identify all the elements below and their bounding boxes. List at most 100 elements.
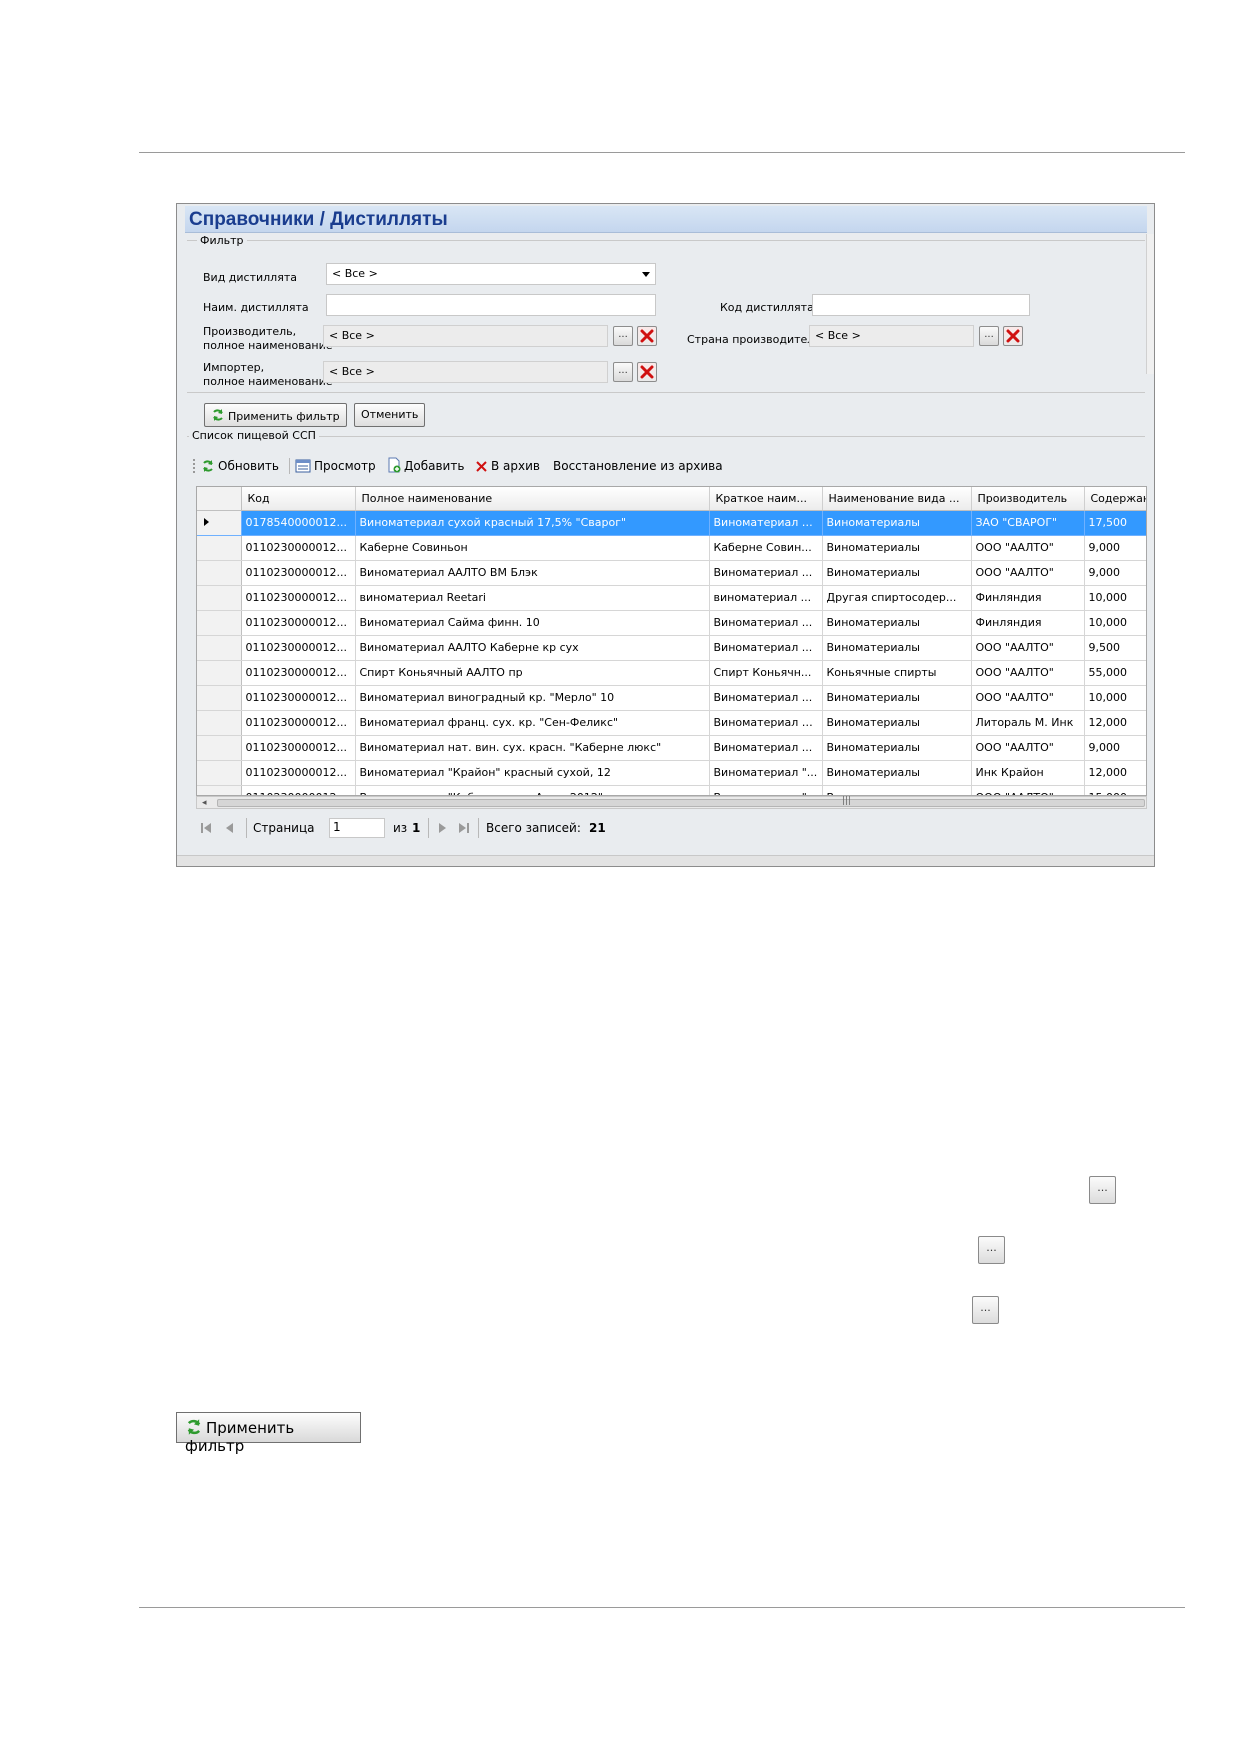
column-header[interactable]: Краткое наим...	[709, 487, 823, 511]
producer-browse-button[interactable]: ...	[613, 326, 633, 346]
column-header[interactable]: Производитель	[971, 487, 1085, 511]
table-row[interactable]: 0110230000012... Виноматериал виноградный…	[197, 685, 1146, 711]
table-cell[interactable]: Виноматериалы	[822, 510, 972, 536]
vid-select[interactable]: < Все >	[326, 263, 656, 285]
table-cell[interactable]: Виноматериал нат. вин. сух. красн. "Кабе…	[355, 735, 710, 761]
table-row[interactable]: 0178540000012... Виноматериал сухой красн…	[197, 510, 1146, 536]
table-cell[interactable]: ООО "ААЛТО"	[971, 735, 1085, 761]
table-cell[interactable]: Виноматериалы	[822, 785, 972, 795]
table-cell[interactable]: 9,500	[1084, 635, 1146, 661]
row-indicator[interactable]	[197, 635, 242, 661]
row-indicator[interactable]	[197, 585, 242, 611]
table-cell[interactable]: Виноматериалы	[822, 635, 972, 661]
table-cell[interactable]: Литораль М. Инк	[971, 710, 1085, 736]
next-page-icon[interactable]	[436, 822, 448, 834]
table-cell[interactable]: Виноматериал "Крайон" красный сухой, 12	[355, 760, 710, 786]
table-cell[interactable]: 17,500	[1084, 510, 1146, 536]
naim-input[interactable]	[326, 294, 656, 316]
table-cell[interactable]: 0110230000012...	[241, 760, 356, 786]
table-cell[interactable]: 0110230000012...	[241, 710, 356, 736]
add-button[interactable]: Добавить	[387, 456, 464, 476]
country-clear-button[interactable]	[1003, 326, 1023, 346]
scroll-left-arrow-icon[interactable]: ◂	[202, 798, 207, 808]
row-indicator[interactable]	[197, 535, 242, 561]
table-cell[interactable]: Виноматериал ...	[709, 635, 823, 661]
table-cell[interactable]: Спирт Коньячн...	[709, 660, 823, 686]
table-row[interactable]: 0110230000012... Виноматериал нат. вин. с…	[197, 735, 1146, 761]
table-cell[interactable]: 0110230000012...	[241, 560, 356, 586]
table-cell[interactable]: Другая спиртосодер...	[822, 585, 972, 611]
table-cell[interactable]: Виноматериалы	[822, 685, 972, 711]
table-cell[interactable]: 0110230000012...	[241, 685, 356, 711]
table-cell[interactable]: ЗАО "СВАРОГ"	[971, 510, 1085, 536]
column-header[interactable]: Код	[241, 487, 356, 511]
table-cell[interactable]: 9,000	[1084, 560, 1146, 586]
table-row[interactable]: 0110230000012... Виноматериал ААЛТО ВМ Бл…	[197, 560, 1146, 586]
kod-input[interactable]	[812, 294, 1030, 316]
view-button[interactable]: Просмотр	[295, 456, 376, 476]
table-cell[interactable]: 15,000	[1084, 785, 1146, 795]
column-header[interactable]: Содержани	[1084, 487, 1146, 511]
table-cell[interactable]: Каберне Совин...	[709, 535, 823, 561]
table-cell[interactable]: 12,000	[1084, 710, 1146, 736]
producer-field[interactable]: < Все >	[323, 325, 608, 347]
row-indicator[interactable]	[197, 710, 242, 736]
restore-button[interactable]: Восстановление из архива	[553, 456, 723, 476]
table-cell[interactable]: ООО "ААЛТО"	[971, 785, 1085, 795]
row-indicator[interactable]	[197, 610, 242, 636]
table-row[interactable]: 0110230000012... Спирт Коньячный ААЛТО пр…	[197, 660, 1146, 686]
vertical-scrollbar[interactable]	[1146, 234, 1154, 374]
table-row[interactable]: 0110230000012... Виноматериал франц. сух.…	[197, 710, 1146, 736]
table-row[interactable]: 0110230000012... Каберне Совиньон Каберне …	[197, 535, 1146, 561]
table-cell[interactable]: виноматериал ...	[709, 585, 823, 611]
last-page-icon[interactable]	[458, 822, 470, 834]
table-cell[interactable]: 9,000	[1084, 535, 1146, 561]
prev-page-icon[interactable]	[224, 822, 236, 834]
table-cell[interactable]: ООО "ААЛТО"	[971, 685, 1085, 711]
table-row[interactable]: 0110230000012...Виноматериал "Каберне эл…	[197, 785, 1146, 795]
apply-filter-button[interactable]: Применить фильтр	[204, 403, 347, 427]
table-cell[interactable]: Виноматериал виноградный кр. "Мерло" 10	[355, 685, 710, 711]
table-cell[interactable]: ООО "ААЛТО"	[971, 660, 1085, 686]
table-cell[interactable]: Виноматериалы	[822, 710, 972, 736]
table-cell[interactable]: 0110230000012...	[241, 610, 356, 636]
table-cell[interactable]: Виноматериалы	[822, 560, 972, 586]
table-cell[interactable]: Виноматериал "...	[709, 760, 823, 786]
table-cell[interactable]: Финляндия	[971, 585, 1085, 611]
producer-clear-button[interactable]	[637, 326, 657, 346]
row-indicator[interactable]	[197, 735, 242, 761]
table-cell[interactable]: Виноматериал сухой красный 17,5% "Сварог…	[355, 510, 710, 536]
table-cell[interactable]: 0110230000012...	[241, 785, 356, 795]
table-cell[interactable]: Инк Крайон	[971, 760, 1085, 786]
column-header[interactable]: Полное наименование	[355, 487, 710, 511]
table-row[interactable]: 0110230000012... Виноматериал "Крайон" кр…	[197, 760, 1146, 786]
table-cell[interactable]: 10,000	[1084, 685, 1146, 711]
table-cell[interactable]: Виноматериал ...	[709, 610, 823, 636]
table-cell[interactable]: Виноматериалы	[822, 610, 972, 636]
table-cell[interactable]: 10,000	[1084, 585, 1146, 611]
table-cell[interactable]: Виноматериал ...	[709, 685, 823, 711]
table-cell[interactable]: Виноматериал ...	[709, 560, 823, 586]
row-indicator[interactable]	[197, 685, 242, 711]
table-cell[interactable]: 55,000	[1084, 660, 1146, 686]
cancel-filter-button[interactable]: Отменить	[354, 403, 426, 427]
first-page-icon[interactable]	[200, 822, 212, 834]
table-cell[interactable]: 10,000	[1084, 610, 1146, 636]
table-cell[interactable]: 0110230000012...	[241, 635, 356, 661]
column-header[interactable]: Наименование вида ...	[822, 487, 972, 511]
table-cell[interactable]: ООО "ААЛТО"	[971, 560, 1085, 586]
table-cell[interactable]: Виноматериал с...	[709, 510, 823, 536]
table-cell[interactable]: виноматериал Reetari	[355, 585, 710, 611]
table-row[interactable]: 0110230000012... Виноматериал ААЛТО Кабер…	[197, 635, 1146, 661]
table-cell[interactable]: Виноматериалы	[822, 535, 972, 561]
table-cell[interactable]: Виноматериал "...	[709, 785, 823, 795]
table-cell[interactable]: Виноматериал ААЛТО ВМ Блэк	[355, 560, 710, 586]
table-cell[interactable]: Спирт Коньячный ААЛТО пр	[355, 660, 710, 686]
table-cell[interactable]: Виноматериалы	[822, 760, 972, 786]
table-cell[interactable]: Виноматериал ...	[709, 735, 823, 761]
table-cell[interactable]: ООО "ААЛТО"	[971, 535, 1085, 561]
archive-button[interactable]: В архив	[475, 456, 540, 476]
row-indicator[interactable]	[197, 560, 242, 586]
table-cell[interactable]: 0178540000012...	[241, 510, 356, 536]
table-row[interactable]: 0110230000012... виноматериал Reetari вино…	[197, 585, 1146, 611]
